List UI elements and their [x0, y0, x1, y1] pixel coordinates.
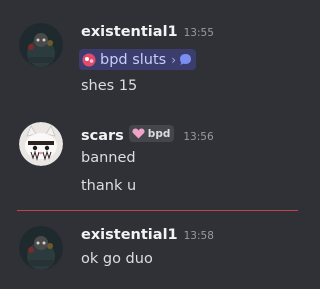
username[interactable]: scars: [81, 128, 124, 144]
new-messages-divider: [17, 210, 298, 211]
avatar[interactable]: [19, 23, 63, 67]
speech-bubble-icon: [180, 54, 192, 65]
message-text: thank u: [81, 178, 137, 194]
message-header: existential1 13:55: [81, 24, 214, 40]
pink-heart-icon: [132, 128, 145, 139]
role-tag-label: bpd: [147, 127, 171, 140]
message-text: banned: [81, 150, 136, 166]
role-tag[interactable]: bpd: [128, 125, 175, 142]
dark-character-avatar-icon: [19, 226, 63, 270]
username[interactable]: existential1: [81, 227, 178, 243]
message-text: ok go duo: [81, 251, 153, 267]
channel-mention[interactable]: bpd sluts ›: [79, 49, 197, 70]
message-header: existential1 13:58: [81, 227, 214, 243]
channel-mention-label: bpd sluts: [100, 51, 167, 68]
channel-emoji-icon: [82, 53, 96, 66]
timestamp[interactable]: 13:58: [184, 230, 214, 242]
dark-character-avatar-icon: [19, 23, 63, 67]
message-header: scars bpd 13:56: [81, 125, 214, 144]
timestamp[interactable]: 13:56: [183, 131, 213, 143]
message-text: shes 15: [81, 78, 138, 94]
chevron-right-icon: ›: [171, 52, 177, 67]
username[interactable]: existential1: [81, 24, 178, 40]
white-cat-avatar-icon: [19, 122, 63, 166]
timestamp[interactable]: 13:55: [184, 27, 214, 39]
avatar[interactable]: [19, 122, 63, 166]
avatar[interactable]: [19, 226, 63, 270]
